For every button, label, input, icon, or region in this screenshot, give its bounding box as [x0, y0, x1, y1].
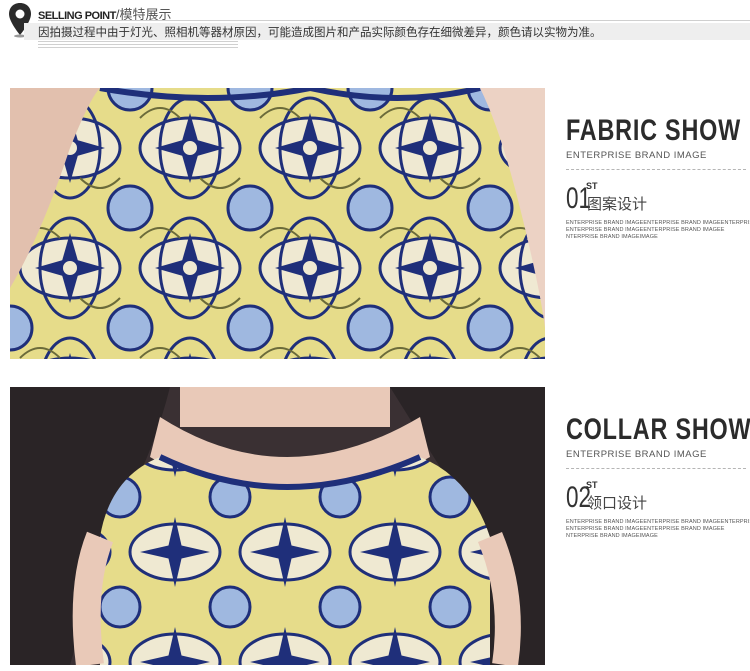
fabric-show-title: FABRIC SHOW: [566, 114, 741, 147]
fine-print-3: NTERPRISE BRAND IMAGEIMAGE: [566, 234, 658, 240]
feature-number-row: 01 ST 图案设计: [566, 181, 750, 220]
feature-label: 图案设计: [587, 196, 648, 213]
collar-show-panel: COLLAR SHOW ENTERPRISE BRAND IMAGE 02 ST…: [566, 415, 750, 540]
fabric-show-panel: FABRIC SHOW ENTERPRISE BRAND IMAGE 01 ST…: [566, 116, 750, 241]
fine-print-1: ENTERPRISE BRAND IMAGEENTERPRISE BRAND I…: [566, 220, 750, 226]
feature-number-suffix: ST: [586, 480, 598, 490]
feature-number-suffix: ST: [586, 181, 598, 191]
fine-print-2: ENTERPRISE BRAND IMAGEENTERPRISE BRAND I…: [566, 526, 725, 532]
selling-point-header: SELLING POINT/模特展示 因拍摄过程中由于灯光、照相机等器材原因，可…: [0, 0, 750, 60]
color-notice: 因拍摄过程中由于灯光、照相机等器材原因，可能造成图片和产品实际颜色存在细微差异，…: [38, 27, 602, 39]
fine-print-1: ENTERPRISE BRAND IMAGEENTERPRISE BRAND I…: [566, 519, 750, 525]
dashed-divider: [566, 169, 746, 170]
feature-number-row: 02 ST 领口设计: [566, 480, 750, 519]
feature-label: 领口设计: [587, 495, 648, 512]
fine-print-2: ENTERPRISE BRAND IMAGEENTERPRISE BRAND I…: [566, 227, 725, 233]
collar-photo: [10, 387, 545, 665]
fine-print-3: NTERPRISE BRAND IMAGEIMAGE: [566, 533, 658, 539]
header-rule: [38, 20, 750, 21]
dashed-divider: [566, 468, 746, 469]
decorative-lines: [38, 41, 238, 50]
fabric-photo: [10, 88, 545, 359]
collar-show-title: COLLAR SHOW: [566, 413, 750, 446]
fabric-show-subtitle: ENTERPRISE BRAND IMAGE: [566, 150, 707, 161]
collar-show-subtitle: ENTERPRISE BRAND IMAGE: [566, 449, 707, 460]
